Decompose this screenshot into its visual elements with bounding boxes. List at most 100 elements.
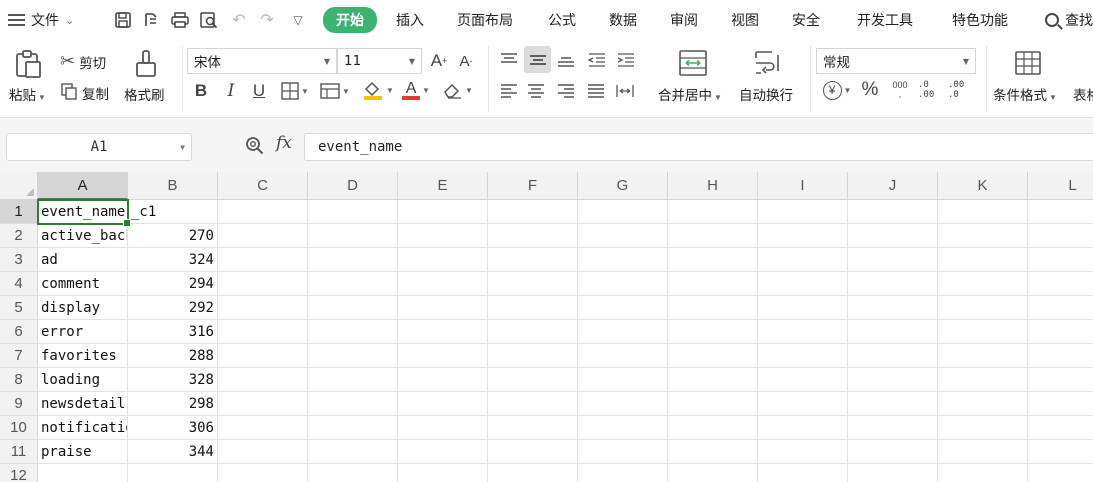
cell-b3[interactable]: 324 [128,248,218,272]
cell-i9[interactable] [758,392,848,416]
cell-e4[interactable] [398,272,488,296]
cell-k7[interactable] [938,344,1028,368]
font-name-select[interactable]: 宋体 ▼ [187,48,337,74]
font-color-icon[interactable]: A ▼ [400,78,432,102]
row-header-9[interactable]: 9 [0,392,38,416]
cell-e9[interactable] [398,392,488,416]
cell-j6[interactable] [848,320,938,344]
cell-a10[interactable]: notification [38,416,128,440]
cell-h2[interactable] [668,224,758,248]
column-header-e[interactable]: E [398,172,488,200]
cell-i3[interactable] [758,248,848,272]
align-middle-icon[interactable] [524,46,551,73]
cell-e5[interactable] [398,296,488,320]
cell-c3[interactable] [218,248,308,272]
cell-l7[interactable] [1028,344,1093,368]
cell-f2[interactable] [488,224,578,248]
tab-page-layout[interactable]: 页面布局 [457,0,513,40]
redo-icon[interactable]: ↷ [256,0,278,40]
cell-c9[interactable] [218,392,308,416]
row-header-12[interactable]: 12 [0,464,38,482]
cell-d8[interactable] [308,368,398,392]
cell-e6[interactable] [398,320,488,344]
column-header-d[interactable]: D [308,172,398,200]
tab-special-features[interactable]: 特色功能 [952,0,1008,40]
column-header-j[interactable]: J [848,172,938,200]
paste-button[interactable]: 粘贴 ▼ [9,84,46,104]
cell-l11[interactable] [1028,440,1093,464]
cell-j3[interactable] [848,248,938,272]
row-header-8[interactable]: 8 [0,368,38,392]
conditional-format-icon[interactable] [1012,48,1044,78]
cell-j9[interactable] [848,392,938,416]
cell-c1[interactable] [218,200,308,224]
cell-a11[interactable]: praise [38,440,128,464]
cell-i8[interactable] [758,368,848,392]
cell-k4[interactable] [938,272,1028,296]
cell-l8[interactable] [1028,368,1093,392]
cell-i10[interactable] [758,416,848,440]
cell-d7[interactable] [308,344,398,368]
cell-e12[interactable] [398,464,488,482]
cell-l3[interactable] [1028,248,1093,272]
cell-style-icon[interactable]: ▼ [318,80,352,102]
cell-c2[interactable] [218,224,308,248]
table-style-button[interactable]: 表格 [1073,84,1093,104]
cell-i7[interactable] [758,344,848,368]
cell-g2[interactable] [578,224,668,248]
cell-b2[interactable]: 270 [128,224,218,248]
column-header-b[interactable]: B [128,172,218,200]
cell-j4[interactable] [848,272,938,296]
row-header-1[interactable]: 1 [0,200,38,224]
cell-j5[interactable] [848,296,938,320]
cell-g7[interactable] [578,344,668,368]
print-preview-icon[interactable] [198,0,220,40]
cell-f12[interactable] [488,464,578,482]
cell-h10[interactable] [668,416,758,440]
cell-b11[interactable]: 344 [128,440,218,464]
cell-d12[interactable] [308,464,398,482]
customize-toolbar-icon[interactable]: ▽ [287,0,309,40]
increase-indent-icon[interactable] [614,48,638,72]
copy-button[interactable]: 复制 [61,83,109,103]
cell-h11[interactable] [668,440,758,464]
column-header-a[interactable]: A [38,172,128,200]
cell-f6[interactable] [488,320,578,344]
cell-a4[interactable]: comment [38,272,128,296]
cell-j7[interactable] [848,344,938,368]
cell-l2[interactable] [1028,224,1093,248]
row-header-6[interactable]: 6 [0,320,38,344]
tab-insert[interactable]: 插入 [396,0,424,40]
conditional-format-button[interactable]: 条件格式 ▼ [993,84,1057,104]
tab-review[interactable]: 审阅 [670,0,698,40]
cell-e10[interactable] [398,416,488,440]
cell-a3[interactable]: ad [38,248,128,272]
cell-e11[interactable] [398,440,488,464]
cell-c4[interactable] [218,272,308,296]
cell-k10[interactable] [938,416,1028,440]
align-top-icon[interactable] [497,48,521,72]
file-menu[interactable]: 文件 ⌄ [8,0,74,40]
cell-h6[interactable] [668,320,758,344]
format-painter-icon[interactable] [132,48,160,80]
cell-a2[interactable]: active_background [38,224,128,248]
row-header-2[interactable]: 2 [0,224,38,248]
cell-c5[interactable] [218,296,308,320]
tab-view[interactable]: 视图 [731,0,759,40]
cell-i6[interactable] [758,320,848,344]
cell-a1[interactable]: event_name [38,200,128,224]
column-header-f[interactable]: F [488,172,578,200]
tab-home[interactable]: 开始 [323,7,377,33]
merge-center-icon[interactable] [677,48,709,78]
cell-h5[interactable] [668,296,758,320]
align-left-icon[interactable] [497,80,521,102]
cell-a7[interactable]: favorites [38,344,128,368]
cell-f9[interactable] [488,392,578,416]
percent-button[interactable]: % [858,78,882,102]
cell-e2[interactable] [398,224,488,248]
search-button[interactable]: 查找 [1045,0,1093,40]
cell-k8[interactable] [938,368,1028,392]
cell-b10[interactable]: 306 [128,416,218,440]
font-size-select[interactable]: 11 ▼ [337,48,422,74]
cell-h3[interactable] [668,248,758,272]
